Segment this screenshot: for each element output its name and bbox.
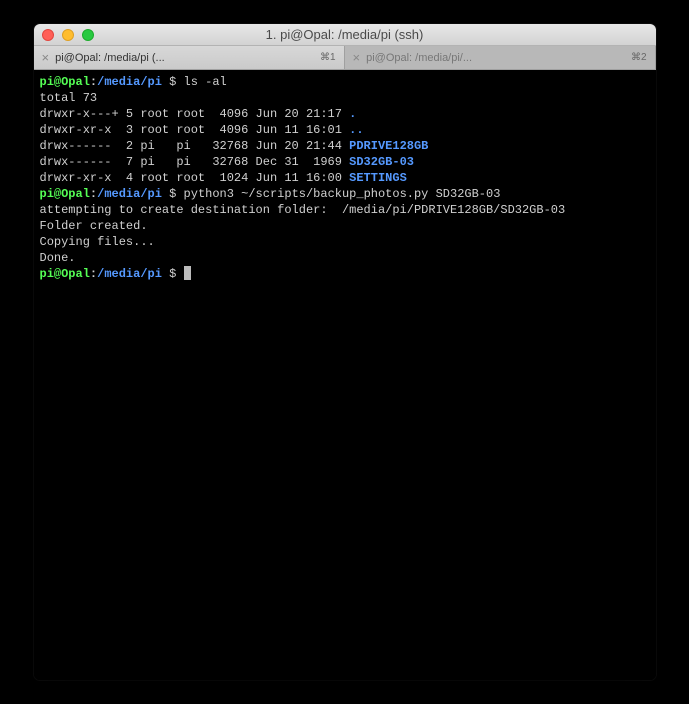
cursor-icon (184, 266, 191, 280)
ls-name: SD32GB-03 (349, 155, 414, 169)
ls-name: .. (349, 123, 363, 137)
tab-shortcut: ⌘2 (631, 52, 647, 63)
window-controls (34, 29, 94, 41)
ls-perms: drwxr-x---+ 5 root root 4096 Jun 20 21:1… (40, 107, 350, 121)
ls-name: PDRIVE128GB (349, 139, 428, 153)
tab-bar: × pi@Opal: /media/pi (... ⌘1 × pi@Opal: … (34, 46, 656, 70)
output-line: Folder created. (40, 218, 650, 234)
zoom-icon[interactable] (82, 29, 94, 41)
command-text: python3 ~/scripts/backup_photos.py SD32G… (184, 187, 501, 201)
close-tab-icon[interactable]: × (353, 51, 361, 64)
ls-perms: drwx------ 2 pi pi 32768 Jun 20 21:44 (40, 139, 350, 153)
output-line: Done. (40, 250, 650, 266)
tab-label: pi@Opal: /media/pi/... (366, 52, 625, 64)
prompt-path: /media/pi (97, 75, 162, 89)
ls-perms: drwx------ 7 pi pi 32768 Dec 31 1969 (40, 155, 350, 169)
prompt-user: pi@Opal (40, 187, 90, 201)
prompt-dollar: $ (162, 267, 184, 281)
tab-1[interactable]: × pi@Opal: /media/pi (... ⌘1 (34, 46, 345, 69)
prompt-user: pi@Opal (40, 75, 90, 89)
prompt-user: pi@Opal (40, 267, 90, 281)
ls-perms: drwxr-xr-x 3 root root 4096 Jun 11 16:01 (40, 123, 350, 137)
terminal-content[interactable]: pi@Opal:/media/pi $ ls -altotal 73drwxr-… (34, 70, 656, 680)
ls-name: . (349, 107, 356, 121)
close-tab-icon[interactable]: × (42, 51, 50, 64)
ls-name: SETTINGS (349, 171, 407, 185)
output-line: Copying files... (40, 234, 650, 250)
prompt-dollar: $ (162, 75, 184, 89)
prompt-dollar: $ (162, 187, 184, 201)
prompt-path: /media/pi (97, 187, 162, 201)
titlebar: 1. pi@Opal: /media/pi (ssh) (34, 24, 656, 46)
tab-2[interactable]: × pi@Opal: /media/pi/... ⌘2 (345, 46, 656, 69)
tab-label: pi@Opal: /media/pi (... (55, 52, 314, 64)
output-line: attempting to create destination folder:… (40, 202, 650, 218)
prompt-path: /media/pi (97, 267, 162, 281)
minimize-icon[interactable] (62, 29, 74, 41)
window-title: 1. pi@Opal: /media/pi (ssh) (34, 27, 656, 42)
terminal-window: 1. pi@Opal: /media/pi (ssh) × pi@Opal: /… (34, 24, 656, 680)
ls-perms: drwxr-xr-x 4 root root 1024 Jun 11 16:00 (40, 171, 350, 185)
close-icon[interactable] (42, 29, 54, 41)
output-line: total 73 (40, 90, 650, 106)
command-text: ls -al (184, 75, 227, 89)
tab-shortcut: ⌘1 (320, 52, 336, 63)
